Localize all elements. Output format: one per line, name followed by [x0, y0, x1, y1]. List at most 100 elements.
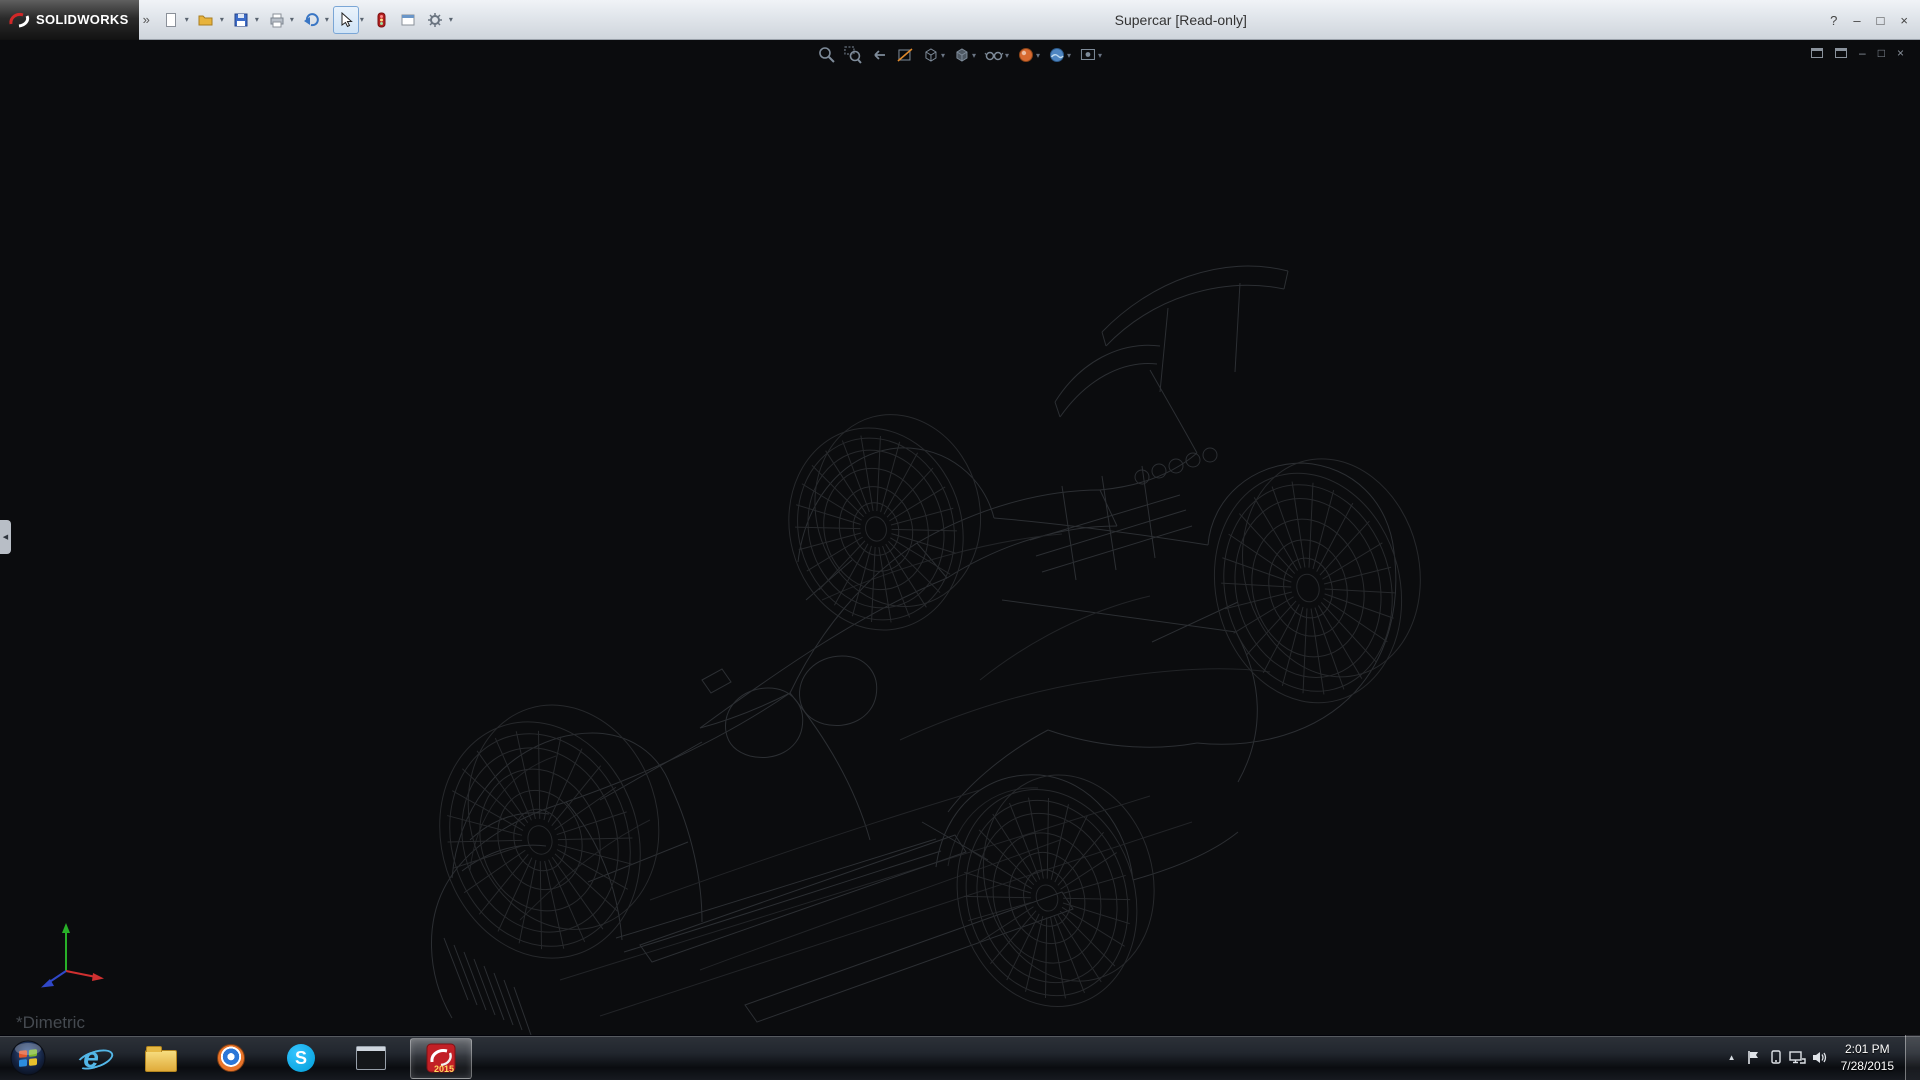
taskbar-item-internet-explorer[interactable]: e: [60, 1038, 122, 1079]
solidworks-logo: SOLIDWORKS: [0, 0, 139, 40]
hide-show-items-button[interactable]: ▾: [982, 45, 1011, 65]
taskbar-item-media-player[interactable]: [200, 1038, 262, 1079]
volume-button[interactable]: [1809, 1050, 1831, 1065]
undo-button[interactable]: [298, 6, 324, 34]
save-button[interactable]: [228, 6, 254, 34]
taskbar-item-command-prompt[interactable]: [340, 1038, 402, 1079]
system-tray: ▲: [1721, 1035, 1920, 1080]
windows-explorer-folder-icon: [145, 1050, 177, 1072]
window-controls: ? – □ ×: [1830, 0, 1908, 40]
taskbar-item-windows-explorer[interactable]: [130, 1038, 192, 1079]
tray-expand-button[interactable]: ▲: [1721, 1053, 1743, 1062]
network-status-button[interactable]: [1787, 1050, 1809, 1065]
apply-scene-icon: [1048, 46, 1066, 64]
doc-minimize-button[interactable]: –: [1859, 46, 1866, 60]
skype-icon: S: [287, 1044, 315, 1072]
print-caret-icon[interactable]: ▾: [290, 15, 294, 24]
maximize-button[interactable]: □: [1877, 13, 1885, 28]
menu-expand-arrow[interactable]: »: [143, 12, 150, 27]
zoom-to-fit-icon: [818, 46, 836, 64]
previous-view-button[interactable]: [868, 45, 890, 65]
orientation-triad: [26, 913, 106, 993]
help-button[interactable]: ?: [1830, 13, 1837, 28]
clock-date: 7/28/2015: [1841, 1059, 1894, 1073]
action-center-flag-icon: [1746, 1050, 1761, 1065]
pane-right-icon[interactable]: [1835, 48, 1847, 58]
previous-view-icon: [870, 46, 888, 64]
view-orientation-cube-icon: [922, 46, 940, 64]
select-button[interactable]: [333, 6, 359, 34]
hide-show-caret-icon: ▾: [1005, 51, 1009, 60]
solidworks-version-badge: 2015: [434, 1064, 454, 1074]
undo-arrow-icon: [303, 12, 319, 28]
taskbar-item-solidworks[interactable]: 2015: [410, 1038, 472, 1079]
featuremanager-collapse-tab[interactable]: ◀: [0, 520, 11, 554]
options-caret-icon[interactable]: ▾: [449, 15, 453, 24]
volume-speaker-icon: [1812, 1050, 1828, 1065]
save-caret-icon[interactable]: ▾: [255, 15, 259, 24]
options-button[interactable]: [422, 6, 448, 34]
titlebar-toolbar: ▾ ▾ ▾ ▾: [158, 6, 456, 34]
pane-left-icon[interactable]: [1811, 48, 1823, 58]
taskbar: e S 2015 ▲: [0, 1035, 1920, 1080]
zoom-to-area-button[interactable]: [842, 45, 864, 65]
wireframe-car-model: [0, 40, 1920, 1035]
section-view-button[interactable]: [894, 45, 916, 65]
new-document-button[interactable]: [158, 6, 184, 34]
save-floppy-icon: [233, 12, 249, 28]
view-orientation-button[interactable]: ▾: [920, 45, 947, 65]
file-properties-button[interactable]: [395, 6, 421, 34]
taskbar-clock[interactable]: 2:01 PM 7/28/2015: [1841, 1041, 1894, 1073]
solidworks-app-icon: 2015: [425, 1042, 457, 1074]
select-caret-icon[interactable]: ▾: [360, 15, 364, 24]
app-logo-text: SOLIDWORKS: [36, 12, 129, 27]
display-style-button[interactable]: ▾: [951, 45, 978, 65]
edit-appearance-ball-icon: [1017, 46, 1035, 64]
network-icon: [1789, 1050, 1806, 1065]
view-settings-button[interactable]: ▾: [1077, 45, 1104, 65]
taskbar-item-skype[interactable]: S: [270, 1038, 332, 1079]
options-gear-icon: [427, 12, 443, 28]
new-document-icon: [163, 12, 179, 28]
open-button[interactable]: [193, 6, 219, 34]
zoom-to-fit-button[interactable]: [816, 45, 838, 65]
doc-restore-button[interactable]: □: [1878, 46, 1885, 60]
rebuild-button[interactable]: [368, 6, 394, 34]
doc-close-button[interactable]: ×: [1897, 46, 1904, 60]
device-status-button[interactable]: [1765, 1050, 1787, 1065]
undo-caret-icon[interactable]: ▾: [325, 15, 329, 24]
view-orientation-caret-icon: ▾: [941, 51, 945, 60]
device-icon: [1769, 1050, 1783, 1065]
view-settings-caret-icon: ▾: [1098, 51, 1102, 60]
edit-appearance-caret-icon: ▾: [1036, 51, 1040, 60]
clock-time: 2:01 PM: [1845, 1042, 1890, 1056]
edit-appearance-button[interactable]: ▾: [1015, 45, 1042, 65]
new-document-caret-icon[interactable]: ▾: [185, 15, 189, 24]
dassault-systemes-logo-icon: [8, 11, 30, 29]
open-caret-icon[interactable]: ▾: [220, 15, 224, 24]
graphics-viewport[interactable]: ▾ ▾ ▾: [0, 40, 1920, 1035]
apply-scene-button[interactable]: ▾: [1046, 45, 1073, 65]
display-style-cube-icon: [953, 46, 971, 64]
titlebar: SOLIDWORKS » ▾ ▾ ▾: [0, 0, 1920, 40]
internet-explorer-icon: e: [83, 1044, 99, 1072]
print-icon: [268, 12, 284, 28]
action-center-flag-button[interactable]: [1743, 1050, 1765, 1065]
select-cursor-icon: [338, 12, 354, 28]
show-desktop-button[interactable]: [1905, 1035, 1920, 1080]
start-button[interactable]: [8, 1038, 48, 1078]
close-button[interactable]: ×: [1900, 13, 1908, 28]
view-orientation-label: *Dimetric: [16, 1013, 85, 1033]
display-style-caret-icon: ▾: [972, 51, 976, 60]
solidworks-window: SOLIDWORKS » ▾ ▾ ▾: [0, 0, 1920, 1080]
window-title: Supercar [Read-only]: [1115, 12, 1247, 28]
apply-scene-caret-icon: ▾: [1067, 51, 1071, 60]
hide-show-glasses-icon: [984, 46, 1004, 64]
open-folder-icon: [198, 12, 214, 28]
media-player-icon: [217, 1044, 245, 1072]
heads-up-view-toolbar: ▾ ▾ ▾: [816, 45, 1104, 65]
minimize-button[interactable]: –: [1853, 13, 1860, 28]
windows-start-orb-icon: [9, 1039, 47, 1077]
zoom-to-area-icon: [844, 46, 862, 64]
print-button[interactable]: [263, 6, 289, 34]
